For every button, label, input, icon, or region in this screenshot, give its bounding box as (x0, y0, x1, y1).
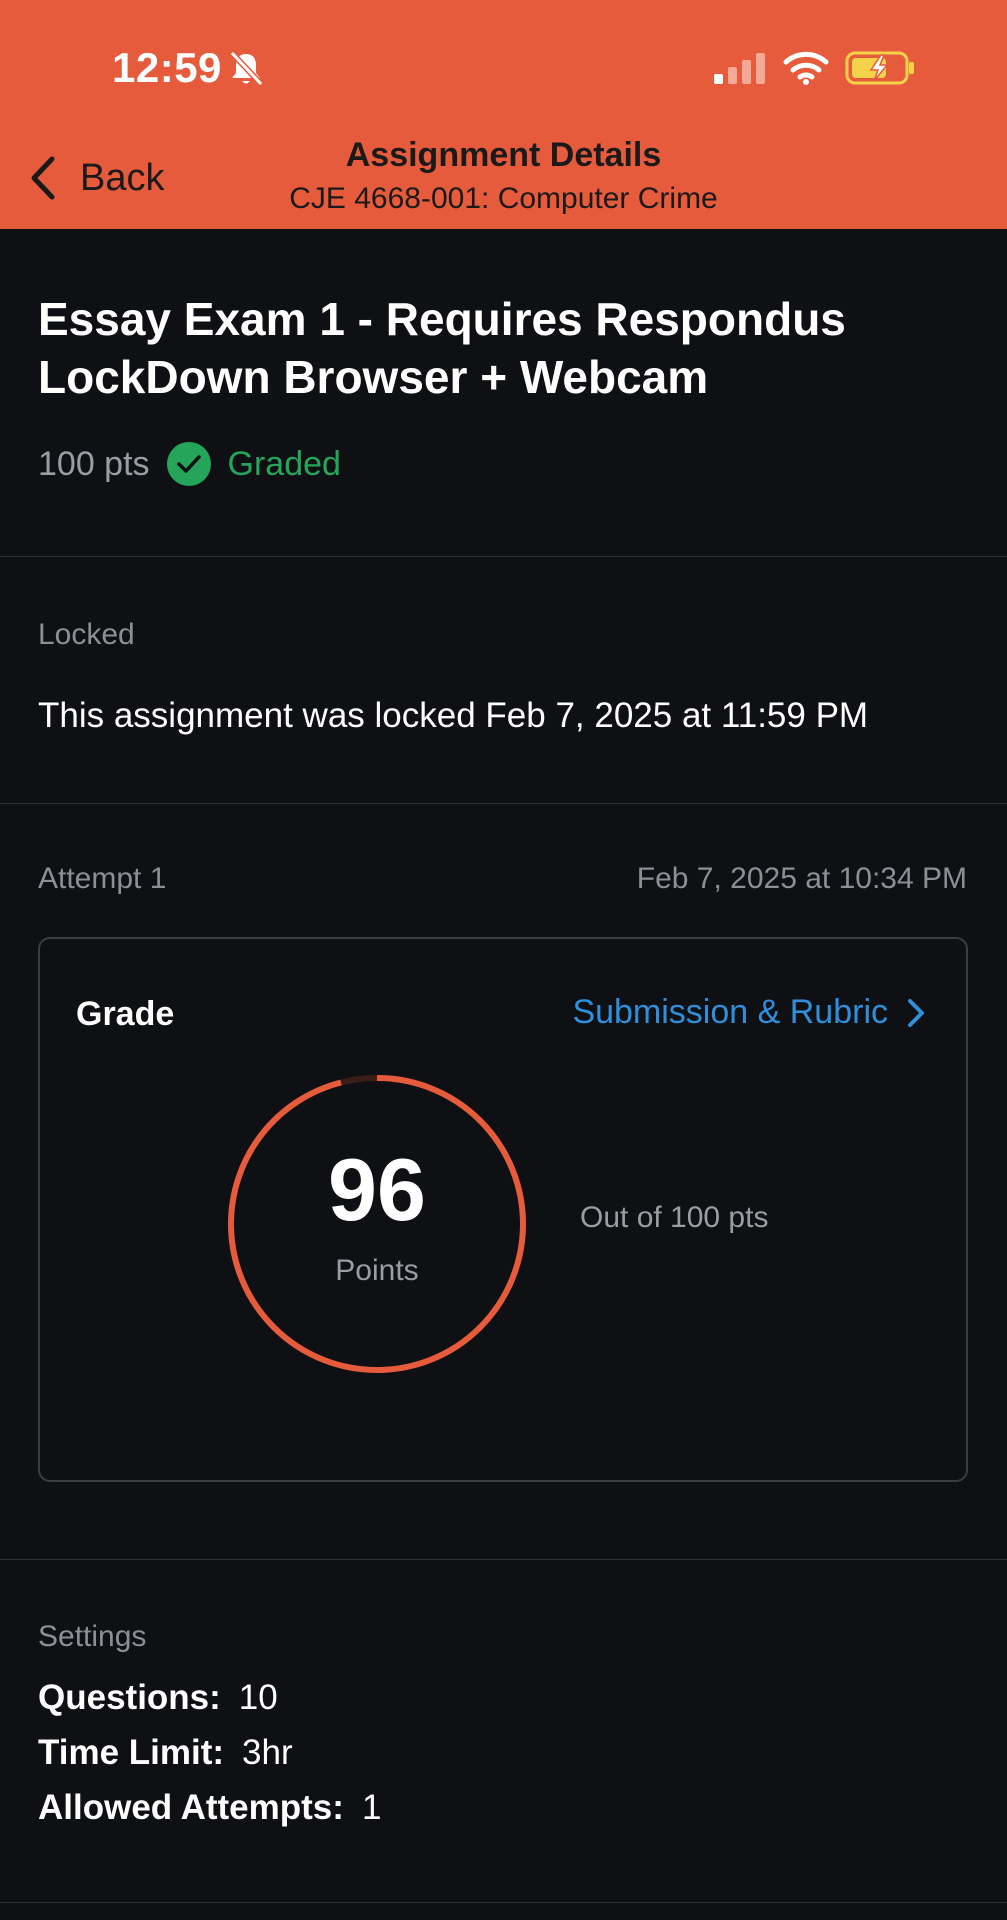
locked-message: This assignment was locked Feb 7, 2025 a… (38, 696, 869, 735)
chevron-right-icon (908, 998, 924, 1027)
grade-unit: Points (335, 1254, 419, 1287)
divider (0, 1559, 1007, 1560)
bell-muted-icon (229, 50, 264, 87)
screen: 12:59 Back Assignment Details CJE 4668-0… (0, 0, 1007, 1920)
wifi-icon (783, 51, 829, 85)
graded-status: Graded (227, 444, 341, 483)
points-value: 100 pts (38, 444, 150, 483)
setting-key: Questions: (38, 1678, 221, 1717)
grade-label: Grade (76, 995, 175, 1033)
setting-key: Time Limit: (38, 1733, 225, 1772)
battery-charging-icon (845, 51, 914, 85)
divider (0, 803, 1007, 804)
setting-key: Allowed Attempts: (38, 1788, 344, 1827)
setting-value: 1 (361, 1788, 382, 1827)
setting-allowed-attempts: Allowed Attempts: 1 (38, 1788, 381, 1828)
setting-value: 10 (238, 1678, 278, 1717)
submission-rubric-link[interactable]: Submission & Rubric (572, 993, 926, 1032)
setting-questions: Questions: 10 (38, 1678, 278, 1718)
grade-card: Grade Submission & Rubric 96 Points Out … (38, 937, 968, 1482)
attempt-date: Feb 7, 2025 at 10:34 PM (636, 862, 967, 895)
page-title: Assignment Details (345, 136, 662, 174)
setting-time-limit: Time Limit: 3hr (38, 1733, 293, 1773)
checkmark-circle-icon (166, 442, 211, 486)
points-status-row: 100 pts Graded (38, 440, 341, 488)
locked-label: Locked (38, 618, 135, 651)
divider (0, 1902, 1007, 1903)
settings-label: Settings (38, 1620, 147, 1653)
status-bar-time: 12:59 (112, 44, 222, 91)
assignment-title: Essay Exam 1 - Requires Respondus LockDo… (38, 293, 846, 403)
cellular-signal-icon (714, 53, 765, 84)
course-subtitle: CJE 4668-001: Computer Crime (289, 182, 718, 215)
navigation-header: 12:59 Back Assignment Details CJE 4668-0… (0, 0, 1007, 229)
divider (0, 556, 1007, 557)
grade-out-of: Out of 100 pts (580, 1201, 769, 1234)
submission-rubric-label: Submission & Rubric (572, 993, 888, 1031)
grade-score: 96 (328, 1140, 426, 1239)
attempt-label: Attempt 1 (38, 862, 167, 895)
setting-value: 3hr (242, 1733, 293, 1772)
